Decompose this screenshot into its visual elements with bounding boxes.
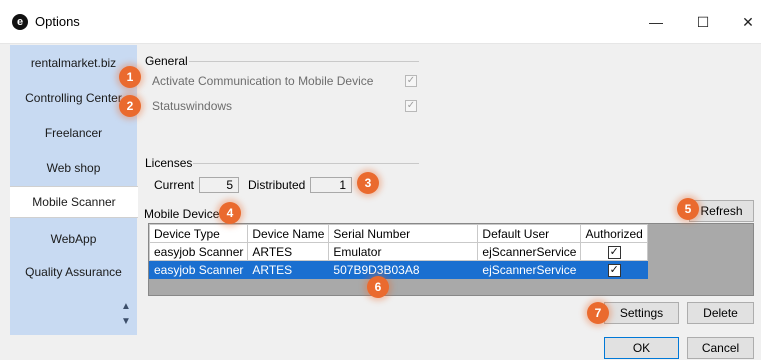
device-name-cell: ARTES: [247, 242, 330, 261]
licenses-divider: [193, 163, 419, 164]
table-row-selected[interactable]: easyjob Scanner ARTES 507B9D3B03A8 ejSca…: [148, 260, 648, 279]
sidebar-scroll-up-icon[interactable]: ▲: [121, 302, 131, 312]
sidebar-item-mobile-scanner[interactable]: Mobile Scanner: [10, 186, 138, 218]
current-license-value: 5: [199, 177, 239, 193]
licenses-group-label: Licenses: [145, 156, 193, 170]
default-user-cell: ejScannerService: [477, 242, 582, 261]
callout-badge-2: 2: [119, 95, 141, 117]
device-type-cell: easyjob Scanner: [148, 242, 249, 261]
statuswindows-label: Statuswindows: [152, 99, 233, 113]
devices-table: Device Type Device Name Serial Number De…: [148, 224, 648, 279]
general-divider: [189, 61, 419, 62]
sidebar-item-controlling-center[interactable]: Controlling Center: [10, 91, 137, 105]
title-bar: e Options — ☐ ✕: [0, 0, 761, 44]
settings-button[interactable]: Settings: [604, 302, 679, 324]
authorized-checkbox[interactable]: ✓: [607, 264, 621, 277]
table-header-row: Device Type Device Name Serial Number De…: [148, 224, 648, 243]
delete-button[interactable]: Delete: [687, 302, 754, 324]
serial-number-cell: 507B9D3B03A8: [328, 260, 479, 279]
minimize-button[interactable]: —: [636, 10, 676, 34]
default-user-cell: ejScannerService: [477, 260, 582, 279]
sidebar-item-freelancer[interactable]: Freelancer: [10, 126, 137, 140]
ok-button[interactable]: OK: [604, 337, 679, 359]
callout-badge-3: 3: [357, 172, 379, 194]
callout-badge-6: 6: [367, 276, 389, 298]
distributed-license-label: Distributed: [248, 178, 306, 192]
column-header-serial-number[interactable]: Serial Number: [328, 224, 479, 243]
sidebar-item-rentalmarket[interactable]: rentalmarket.biz: [10, 56, 137, 70]
cancel-button[interactable]: Cancel: [687, 337, 754, 359]
callout-badge-1: 1: [119, 66, 141, 88]
app-logo-icon: e: [12, 14, 28, 30]
table-row[interactable]: easyjob Scanner ARTES Emulator ejScanner…: [148, 242, 648, 261]
authorized-checkbox[interactable]: ✓: [607, 246, 621, 259]
sidebar-item-webapp[interactable]: WebApp: [10, 232, 137, 246]
callout-badge-5: 5: [677, 198, 699, 220]
activate-communication-checkbox[interactable]: ✓: [405, 75, 417, 87]
device-name-cell: ARTES: [247, 260, 330, 279]
close-button[interactable]: ✕: [728, 10, 761, 34]
column-header-authorized[interactable]: Authorized: [580, 224, 648, 243]
sidebar-item-web-shop[interactable]: Web shop: [10, 161, 137, 175]
window-title: Options: [35, 14, 80, 29]
device-type-cell: easyjob Scanner: [148, 260, 249, 279]
callout-badge-7: 7: [587, 302, 609, 324]
activate-communication-label: Activate Communication to Mobile Device: [152, 74, 374, 88]
sidebar-scroll-down-icon[interactable]: ▼: [121, 317, 131, 327]
distributed-license-value: 1: [310, 177, 352, 193]
column-header-device-type[interactable]: Device Type: [148, 224, 249, 243]
column-header-device-name[interactable]: Device Name: [247, 224, 330, 243]
statuswindows-checkbox[interactable]: ✓: [405, 100, 417, 112]
authorized-cell: ✓: [580, 260, 648, 279]
mobile-devices-label: Mobile Devices: [144, 207, 226, 221]
authorized-cell: ✓: [580, 242, 648, 261]
current-license-label: Current: [154, 178, 195, 192]
maximize-button[interactable]: ☐: [683, 10, 723, 34]
column-header-default-user[interactable]: Default User: [477, 224, 582, 243]
callout-badge-4: 4: [219, 202, 241, 224]
serial-number-cell: Emulator: [328, 242, 479, 261]
general-group-label: General: [145, 54, 188, 68]
sidebar-item-quality-assurance[interactable]: Quality Assurance: [10, 265, 137, 279]
